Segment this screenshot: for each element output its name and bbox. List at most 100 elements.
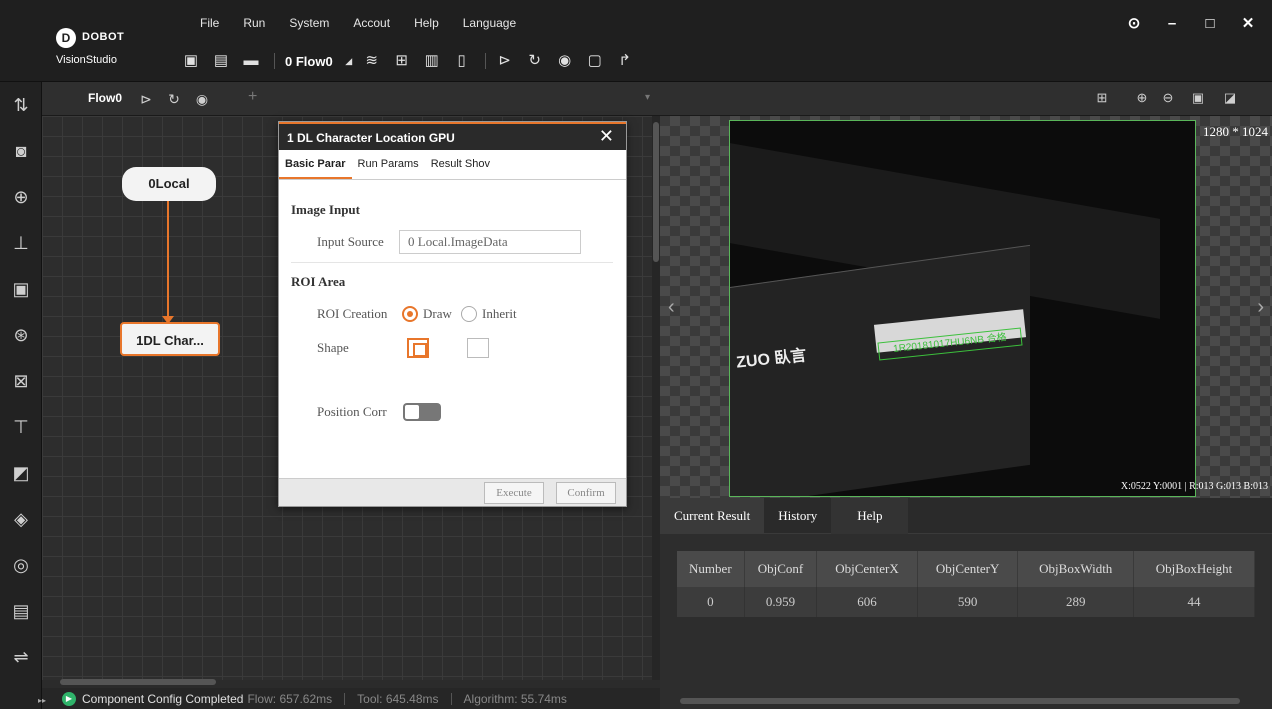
maximize-button[interactable]: □ xyxy=(1198,12,1222,36)
layers-icon[interactable]: ≋ xyxy=(359,49,385,73)
logic-icon[interactable]: ◎ xyxy=(0,542,42,588)
alignment-icon[interactable]: ⊤ xyxy=(0,404,42,450)
tab-help[interactable]: Help xyxy=(831,498,909,534)
table-cell: 0.959 xyxy=(744,587,818,617)
fullscreen-icon[interactable]: ◪ xyxy=(1220,90,1240,108)
run-once-icon[interactable]: ⊳ xyxy=(492,49,518,73)
input-source-select[interactable]: 0 Local.ImageData xyxy=(399,230,581,254)
flow-node-local[interactable]: 0Local xyxy=(122,167,216,201)
camera-icon[interactable]: ◙ xyxy=(0,128,42,174)
roi-inherit-radio[interactable] xyxy=(461,306,477,322)
canvas-vertical-scrollbar[interactable] xyxy=(652,116,660,680)
column-header[interactable]: ObjCenterY xyxy=(917,551,1019,587)
menu-system[interactable]: System xyxy=(281,16,337,30)
tab-history[interactable]: History xyxy=(764,498,831,534)
io-tools-icon[interactable]: ⇅ xyxy=(0,82,42,128)
actual-size-icon[interactable]: ▣ xyxy=(1188,90,1208,108)
loop-flow-icon[interactable]: ↻ xyxy=(164,89,184,109)
add-flow-icon[interactable]: + xyxy=(248,88,257,106)
column-header[interactable]: Number xyxy=(677,551,745,587)
stop-icon[interactable]: ◉ xyxy=(552,49,578,73)
result-tabs: Current Result History Help xyxy=(660,498,1272,534)
position-correction-toggle[interactable] xyxy=(403,403,441,421)
form-icon[interactable]: ▢ xyxy=(582,49,608,73)
result-panel: Number ObjConf ObjCenterX ObjCenterY Obj… xyxy=(660,534,1272,709)
section-image-input: Image Input xyxy=(291,202,360,217)
product-box-side xyxy=(730,244,1030,496)
roi-draw-radio[interactable] xyxy=(402,306,418,322)
execute-button[interactable]: Execute xyxy=(484,482,544,504)
flow-dropdown-icon[interactable]: ◢ xyxy=(343,49,355,73)
image-process-icon[interactable]: ◩ xyxy=(0,450,42,496)
tab-basic-params[interactable]: Basic Parar xyxy=(279,150,352,179)
scrollbar-thumb[interactable] xyxy=(653,122,659,262)
menu-help[interactable]: Help xyxy=(406,16,447,30)
new-solution-icon[interactable]: ▣ xyxy=(178,49,204,73)
toolbar-divider xyxy=(484,53,486,69)
dialog-footer: Execute Confirm xyxy=(279,478,626,506)
hierarchy-icon[interactable]: ⊞ xyxy=(389,49,415,73)
tab-flow0[interactable]: Flow0 xyxy=(88,91,122,105)
zoom-in-icon[interactable]: ⊕ xyxy=(1132,90,1152,108)
deep-learning-icon[interactable]: ⊛ xyxy=(0,312,42,358)
run-flow-icon[interactable]: ⊳ xyxy=(136,89,156,109)
stop-flow-icon[interactable]: ◉ xyxy=(192,89,212,109)
menu-bar: File Run System Accout Help Language xyxy=(192,16,532,30)
if-module-icon[interactable]: ▤ xyxy=(0,588,42,634)
previous-image-icon[interactable]: ‹ xyxy=(668,296,675,319)
save-icon[interactable]: ▤ xyxy=(208,49,234,73)
input-source-label: Input Source xyxy=(317,234,384,249)
color-process-icon[interactable]: ◈ xyxy=(0,496,42,542)
camera-image: 1R20181017HU6NB 合格 ZUO 臥言 xyxy=(729,120,1196,497)
column-header[interactable]: ObjBoxWidth xyxy=(1017,551,1135,587)
device-icon[interactable]: ▯ xyxy=(449,49,475,73)
confirm-button[interactable]: Confirm xyxy=(556,482,616,504)
variable-icon[interactable]: ▥ xyxy=(419,49,445,73)
dialog-close-button[interactable]: ✕ xyxy=(599,122,614,150)
status-message: Component Config Completed xyxy=(82,691,244,706)
title-bar: D DOBOT VisionStudio File Run System Acc… xyxy=(0,0,1272,82)
close-button[interactable]: ✕ xyxy=(1236,12,1260,36)
fit-view-icon[interactable]: ⊞ xyxy=(1092,90,1112,108)
brand-name: DOBOT xyxy=(82,31,125,43)
result-table: Number ObjConf ObjCenterX ObjCenterY Obj… xyxy=(677,551,1255,617)
shape-rectangle-button[interactable] xyxy=(407,338,429,358)
image-viewer[interactable]: 1R20181017HU6NB 合格 ZUO 臥言 1280 * 1024 ‹ … xyxy=(660,116,1272,498)
canvas-horizontal-scrollbar[interactable] xyxy=(60,679,216,685)
window-controls: ⊙ – □ ✕ xyxy=(1122,12,1260,36)
menu-run[interactable]: Run xyxy=(235,16,273,30)
menu-account[interactable]: Accout xyxy=(345,16,398,30)
shape-none-button[interactable] xyxy=(467,338,489,358)
column-header[interactable]: ObjConf xyxy=(744,551,818,587)
flow-selector[interactable]: 0 Flow0 xyxy=(281,54,337,69)
result-horizontal-scrollbar[interactable] xyxy=(680,698,1240,704)
history-icon[interactable]: ⊙ xyxy=(1122,12,1146,36)
location-icon[interactable]: ⊕ xyxy=(0,174,42,220)
tab-current-result[interactable]: Current Result xyxy=(660,498,765,534)
tab-result-show[interactable]: Result Shov xyxy=(425,150,496,179)
run-loop-icon[interactable]: ↻ xyxy=(522,49,548,73)
flow-node-dl-char[interactable]: 1DL Char... xyxy=(120,322,220,356)
open-folder-icon[interactable]: ▬ xyxy=(238,49,264,73)
table-row[interactable]: 0 0.959 606 590 289 44 xyxy=(677,587,1255,617)
chevron-down-icon[interactable]: ▾ xyxy=(645,92,650,103)
menu-file[interactable]: File xyxy=(192,16,227,30)
product-name: VisionStudio xyxy=(56,54,117,66)
measure-icon[interactable]: ⊥ xyxy=(0,220,42,266)
calibration-icon[interactable]: ⊠ xyxy=(0,358,42,404)
menu-language[interactable]: Language xyxy=(455,16,524,30)
next-image-icon[interactable]: › xyxy=(1257,296,1264,319)
expand-sidebar-icon[interactable]: ▸▸ xyxy=(38,696,46,705)
zoom-out-icon[interactable]: ⊖ xyxy=(1158,90,1178,108)
column-header[interactable]: ObjBoxHeight xyxy=(1133,551,1255,587)
column-header[interactable]: ObjCenterX xyxy=(816,551,918,587)
communication-icon[interactable]: ⇌ xyxy=(0,634,42,680)
module-config-dialog: 1 DL Character Location GPU ✕ Basic Para… xyxy=(278,121,627,507)
robot-arm-icon[interactable]: ↱ xyxy=(612,49,638,73)
roi-draw-label: Draw xyxy=(423,306,452,321)
recognition-icon[interactable]: ▣ xyxy=(0,266,42,312)
tab-run-params[interactable]: Run Params xyxy=(352,150,425,179)
table-cell: 0 xyxy=(677,587,745,617)
dialog-title[interactable]: 1 DL Character Location GPU xyxy=(279,122,626,150)
minimize-button[interactable]: – xyxy=(1160,12,1184,36)
